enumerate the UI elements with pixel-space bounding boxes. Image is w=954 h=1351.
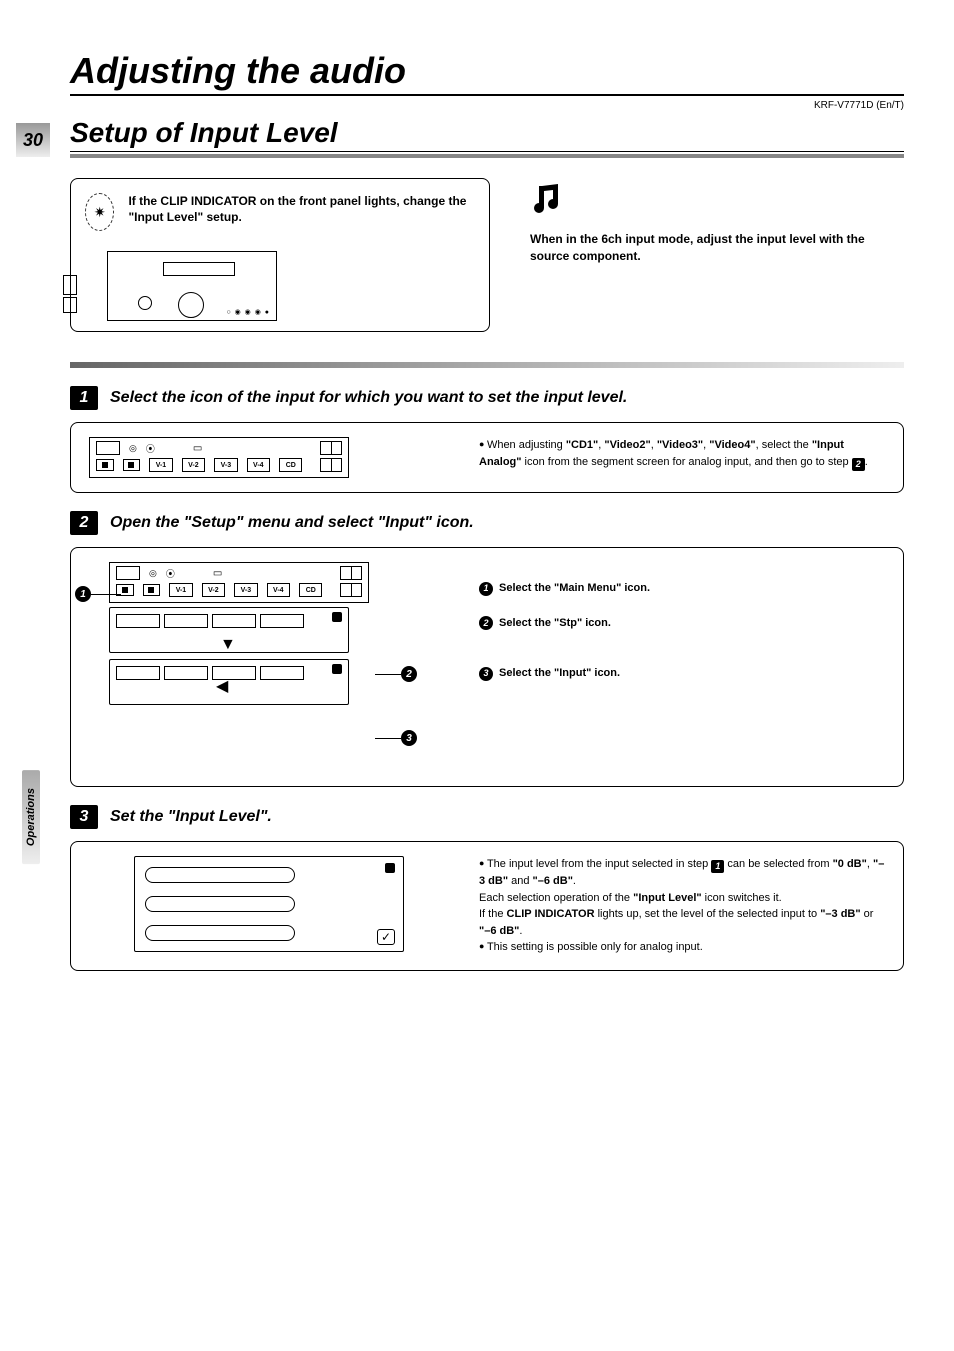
step-ref-2: 2	[852, 458, 865, 471]
substep-1-icon: 1	[479, 582, 493, 596]
heading2-row: 30 Setup of Input Level	[70, 117, 904, 158]
step-3-badge: 3	[70, 805, 98, 829]
intro-left-text: If the CLIP INDICATOR on the front panel…	[128, 193, 475, 225]
step-1-title: Select the icon of the input for which y…	[110, 389, 627, 407]
intro-right-text: When in the 6ch input mode, adjust the i…	[530, 231, 904, 265]
heading-adjusting-audio: Adjusting the audio	[70, 50, 904, 96]
model-code: KRF-V7771D (En/T)	[70, 100, 904, 111]
segment-screen: ◎⦿▭ V-1 V-2 V-3 V-4 CD	[89, 437, 349, 478]
callout-2-icon: 2	[401, 666, 417, 682]
step-2-badge: 2	[70, 511, 98, 535]
step-3: 3 Set the "Input Level". ✓ The input lev…	[70, 805, 904, 971]
heading-setup-input-level: Setup of Input Level	[70, 117, 904, 158]
page-number-badge: 30	[16, 123, 50, 157]
speaker-icon	[63, 275, 77, 311]
substep-2-icon: 2	[479, 616, 493, 630]
front-panel-sketch: ○ ◉ ◉ ◉ ●	[107, 251, 277, 321]
substep-3-icon: 3	[479, 667, 493, 681]
step-2-illustration: 1 ◎⦿▭ V-1 V-2 V-3 V-4 CD	[89, 562, 449, 772]
step-2-text: 1Select the "Main Menu" icon. 2Select th…	[479, 562, 885, 700]
intro-row: ✷ If the CLIP INDICATOR on the front pan…	[70, 178, 904, 332]
divider	[70, 362, 904, 368]
intro-panel-left: ✷ If the CLIP INDICATOR on the front pan…	[70, 178, 490, 332]
callout-1-icon: 1	[75, 586, 91, 602]
page: Adjusting the audio KRF-V7771D (En/T) 30…	[0, 0, 954, 1021]
step-1-text: When adjusting "CD1", "Video2", "Video3"…	[479, 437, 885, 471]
callout-3-icon: 3	[401, 730, 417, 746]
step-ref-1: 1	[711, 860, 724, 873]
step-1-illustration: ◎⦿▭ V-1 V-2 V-3 V-4 CD	[89, 437, 449, 478]
step-3-illustration: ✓	[89, 856, 449, 952]
step-3-title: Set the "Input Level".	[110, 808, 272, 826]
intro-panel-right: When in the 6ch input mode, adjust the i…	[530, 178, 904, 265]
step-2: 2 Open the "Setup" menu and select "Inpu…	[70, 511, 904, 787]
step-1: 1 Select the icon of the input for which…	[70, 386, 904, 493]
check-icon: ✓	[377, 929, 395, 945]
step-2-title: Open the "Setup" menu and select "Input"…	[110, 514, 474, 532]
step-3-text: The input level from the input selected …	[479, 856, 885, 956]
clip-indicator-icon: ✷	[85, 193, 114, 231]
music-note-icon	[530, 182, 904, 225]
step-1-badge: 1	[70, 386, 98, 410]
